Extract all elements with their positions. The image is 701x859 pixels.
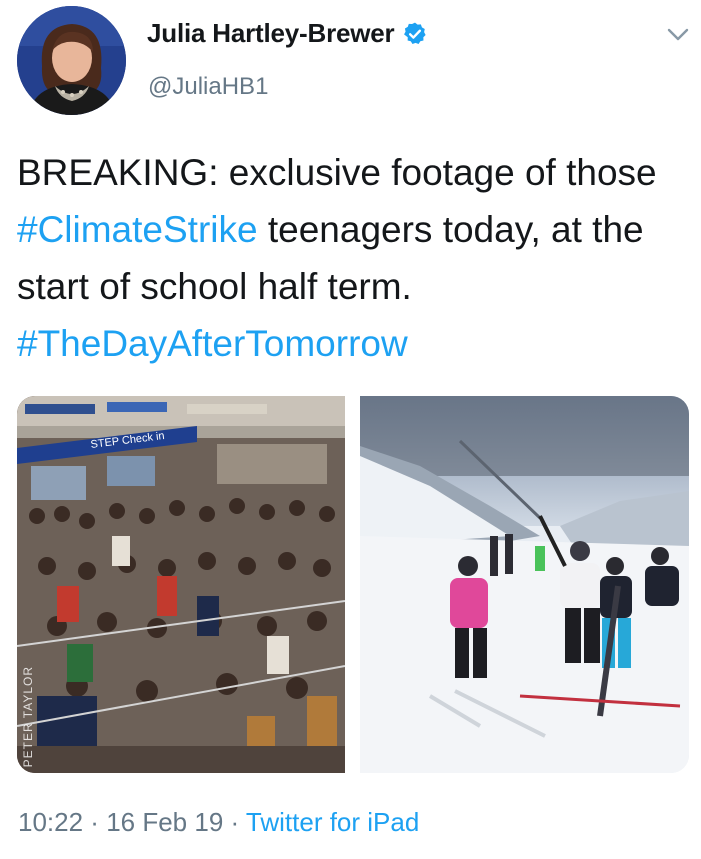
airport-queue-photo[interactable]: STEP Check in PETER TAYLOR bbox=[17, 396, 345, 773]
ski-slope-photo[interactable] bbox=[360, 396, 689, 773]
tweet-source-link[interactable]: Twitter for iPad bbox=[246, 807, 419, 837]
tweet-date[interactable]: 16 Feb 19 bbox=[106, 807, 223, 837]
hashtag-link[interactable]: #ClimateStrike bbox=[17, 209, 258, 250]
meta-separator: · bbox=[83, 807, 107, 837]
tweet-meta: 10:22 · 16 Feb 19 · Twitter for iPad bbox=[18, 807, 419, 838]
author-handle[interactable]: @JuliaHB1 bbox=[148, 73, 268, 101]
hashtag-link[interactable]: #TheDayAfterTomorrow bbox=[17, 323, 408, 364]
tweet-time[interactable]: 10:22 bbox=[18, 807, 83, 837]
display-name[interactable]: Julia Hartley-Brewer bbox=[147, 18, 395, 49]
tweet-text: BREAKING: exclusive footage of those #Cl… bbox=[17, 144, 687, 372]
meta-separator: · bbox=[223, 807, 246, 837]
avatar[interactable] bbox=[17, 6, 126, 115]
chevron-down-icon[interactable] bbox=[666, 26, 690, 44]
photo-watermark: PETER TAYLOR bbox=[21, 665, 35, 767]
media-grid: STEP Check in PETER TAYLOR bbox=[17, 396, 689, 773]
tweet-text-part: BREAKING: exclusive footage of those bbox=[17, 152, 657, 193]
verified-badge-icon bbox=[402, 21, 428, 47]
